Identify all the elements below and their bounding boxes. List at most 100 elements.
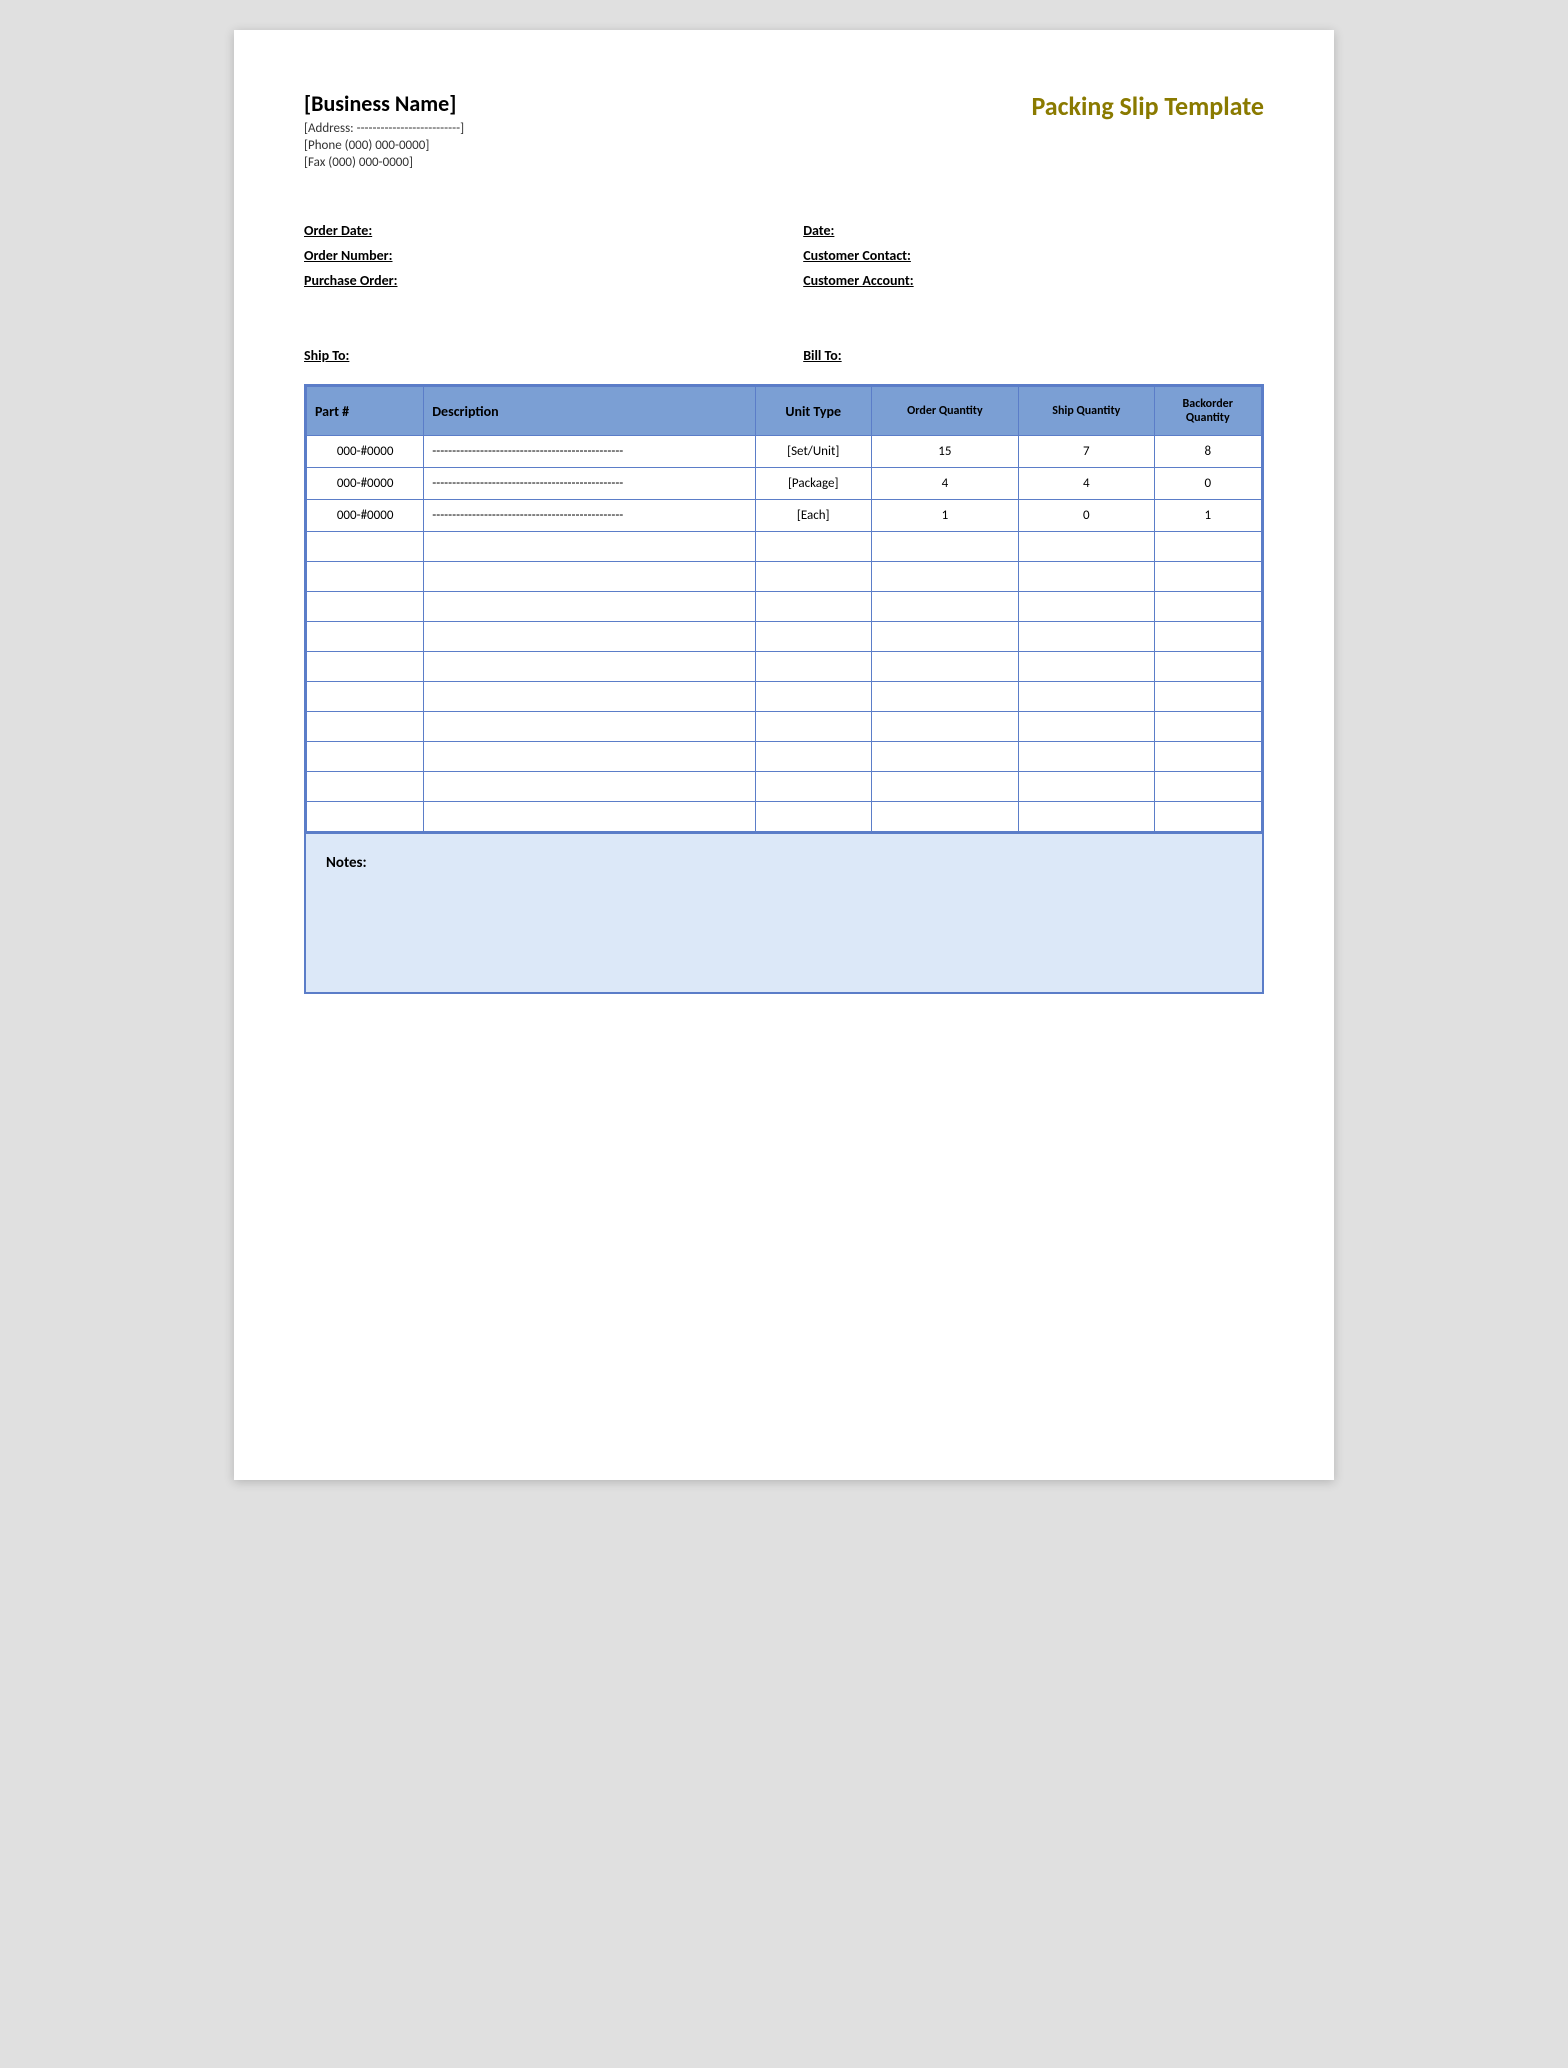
table-cell [871, 802, 1018, 832]
table-cell [871, 772, 1018, 802]
table-cell: 4 [871, 468, 1018, 500]
header: [Business Name] [Address: --------------… [304, 90, 1264, 172]
packing-table: Part # Description Unit Type Order Quant… [306, 386, 1262, 832]
table-cell: [Package] [755, 468, 871, 500]
table-cell [424, 592, 755, 622]
table-cell [424, 652, 755, 682]
table-cell [307, 532, 424, 562]
table-cell [755, 712, 871, 742]
table-cell [871, 742, 1018, 772]
table-row [307, 802, 1262, 832]
table-row [307, 712, 1262, 742]
table-cell [755, 652, 871, 682]
date-field: Date: [803, 222, 1264, 239]
table-cell [871, 592, 1018, 622]
table-cell: 000-#0000 [307, 468, 424, 500]
col-header-backorder-qty: BackorderQuantity [1154, 387, 1261, 436]
table-cell [307, 712, 424, 742]
table-cell [871, 562, 1018, 592]
purchase-order-label: Purchase Order: [304, 272, 398, 289]
table-row [307, 532, 1262, 562]
table-cell [1154, 622, 1261, 652]
table-cell [755, 622, 871, 652]
table-row: 000-#0000-------------------------------… [307, 468, 1262, 500]
order-date-label: Order Date: [304, 222, 372, 239]
table-cell [1154, 592, 1261, 622]
table-cell [424, 562, 755, 592]
order-right: Date: Customer Contact: Customer Account… [803, 222, 1264, 297]
table-cell [1019, 652, 1154, 682]
table-cell [424, 532, 755, 562]
table-row: 000-#0000-------------------------------… [307, 500, 1262, 532]
table-cell: ----------------------------------------… [424, 436, 755, 468]
notes-section: Notes: [304, 834, 1264, 994]
table-cell [755, 742, 871, 772]
table-cell: [Set/Unit] [755, 436, 871, 468]
col-header-ship-qty: Ship Quantity [1019, 387, 1154, 436]
table-cell [755, 802, 871, 832]
customer-contact-field: Customer Contact: [803, 247, 1264, 264]
table-row [307, 772, 1262, 802]
page: [Business Name] [Address: --------------… [234, 30, 1334, 1480]
table-row [307, 742, 1262, 772]
table-cell: 0 [1154, 468, 1261, 500]
table-cell: ----------------------------------------… [424, 500, 755, 532]
table-container: Part # Description Unit Type Order Quant… [304, 384, 1264, 834]
table-row [307, 562, 1262, 592]
table-cell: ----------------------------------------… [424, 468, 755, 500]
table-cell [307, 772, 424, 802]
table-cell [1019, 562, 1154, 592]
table-cell [307, 742, 424, 772]
table-cell [1154, 682, 1261, 712]
order-left: Order Date: Order Number: Purchase Order… [304, 222, 765, 297]
table-cell [1019, 532, 1154, 562]
table-cell [755, 682, 871, 712]
order-number-label: Order Number: [304, 247, 393, 264]
notes-label: Notes: [326, 854, 367, 872]
table-cell [755, 772, 871, 802]
table-cell [1154, 712, 1261, 742]
table-cell [1154, 802, 1261, 832]
table-cell [871, 532, 1018, 562]
table-row [307, 592, 1262, 622]
table-cell [871, 712, 1018, 742]
page-title: Packing Slip Template [1031, 90, 1264, 122]
table-cell [1154, 742, 1261, 772]
table-cell [424, 742, 755, 772]
table-header-row: Part # Description Unit Type Order Quant… [307, 387, 1262, 436]
bill-to: Bill To: [803, 347, 1264, 364]
table-cell [307, 802, 424, 832]
table-body: 000-#0000-------------------------------… [307, 436, 1262, 832]
table-cell [871, 682, 1018, 712]
table-cell: 8 [1154, 436, 1261, 468]
table-cell [1019, 772, 1154, 802]
table-row [307, 682, 1262, 712]
address: [Address: --------------------------] [304, 121, 464, 136]
phone: [Phone (000) 000-0000] [304, 138, 464, 153]
col-header-order-qty: Order Quantity [871, 387, 1018, 436]
table-cell [755, 592, 871, 622]
col-header-unit-type: Unit Type [755, 387, 871, 436]
table-cell [1019, 712, 1154, 742]
table-cell [424, 802, 755, 832]
table-cell [307, 622, 424, 652]
col-header-part: Part # [307, 387, 424, 436]
table-cell: 1 [1154, 500, 1261, 532]
table-cell: 000-#0000 [307, 436, 424, 468]
customer-contact-label: Customer Contact: [803, 247, 911, 264]
customer-account-label: Customer Account: [803, 272, 913, 289]
table-cell [1154, 652, 1261, 682]
table-row: 000-#0000-------------------------------… [307, 436, 1262, 468]
table-cell: 7 [1019, 436, 1154, 468]
table-cell [424, 772, 755, 802]
table-cell [1019, 592, 1154, 622]
table-cell: 0 [1019, 500, 1154, 532]
order-date-field: Order Date: [304, 222, 765, 239]
customer-account-field: Customer Account: [803, 272, 1264, 289]
table-row [307, 622, 1262, 652]
table-cell [307, 682, 424, 712]
purchase-order-field: Purchase Order: [304, 272, 765, 289]
table-cell [755, 562, 871, 592]
table-cell [1154, 532, 1261, 562]
order-number-field: Order Number: [304, 247, 765, 264]
